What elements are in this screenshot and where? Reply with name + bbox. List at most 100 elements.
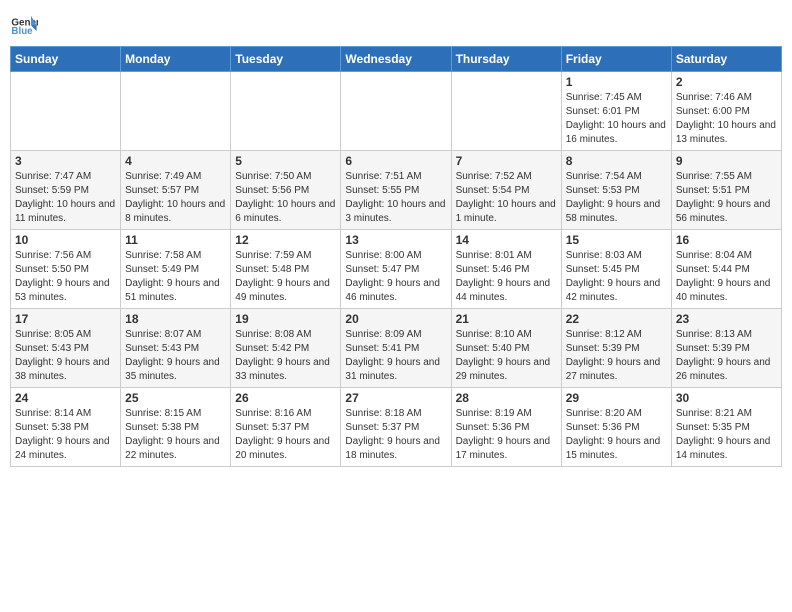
- day-info: Sunrise: 8:18 AM Sunset: 5:37 PM Dayligh…: [345, 407, 446, 463]
- calendar-cell: 13Sunrise: 8:00 AM Sunset: 5:47 PM Dayli…: [341, 230, 451, 309]
- calendar-cell: 28 Sunrise: 8:19 AM Sunset: 5:36 PM Dayli…: [451, 388, 561, 467]
- day-number: 23: [676, 312, 777, 326]
- day-info: Sunrise: 8:05 AM Sunset: 5:43 PM Dayligh…: [15, 328, 116, 384]
- calendar-cell: 12 Sunrise: 7:59 AM Sunset: 5:48 PM Dayli…: [231, 230, 341, 309]
- calendar-cell: 22 Sunrise: 8:12 AM Sunset: 5:39 PM Dayli…: [561, 309, 671, 388]
- weekday-header-monday: Monday: [121, 47, 231, 72]
- calendar-cell: 14 Sunrise: 8:01 AM Sunset: 5:46 PM Dayli…: [451, 230, 561, 309]
- day-number: 19: [235, 312, 336, 326]
- calendar-cell: 3 Sunrise: 7:47 AM Sunset: 5:59 PM Daylig…: [11, 151, 121, 230]
- day-number: 8: [566, 154, 667, 168]
- day-info: Sunrise: 8:00 AM Sunset: 5:47 PM Dayligh…: [345, 249, 446, 305]
- day-info: Sunrise: 8:07 AM Sunset: 5:43 PM Dayligh…: [125, 328, 226, 384]
- calendar-cell: 27 Sunrise: 8:18 AM Sunset: 5:37 PM Dayli…: [341, 388, 451, 467]
- day-number: 3: [15, 154, 116, 168]
- calendar-cell: 29Sunrise: 8:20 AM Sunset: 5:36 PM Dayli…: [561, 388, 671, 467]
- day-number: 6: [345, 154, 446, 168]
- calendar-cell: 26 Sunrise: 8:16 AM Sunset: 5:37 PM Dayli…: [231, 388, 341, 467]
- calendar-cell: 7 Sunrise: 7:52 AM Sunset: 5:54 PM Daylig…: [451, 151, 561, 230]
- weekday-header-thursday: Thursday: [451, 47, 561, 72]
- day-info: Sunrise: 8:03 AM Sunset: 5:45 PM Dayligh…: [566, 249, 667, 305]
- calendar-week-row: 10Sunrise: 7:56 AM Sunset: 5:50 PM Dayli…: [11, 230, 782, 309]
- calendar-week-row: 17 Sunrise: 8:05 AM Sunset: 5:43 PM Dayli…: [11, 309, 782, 388]
- calendar-cell: 5 Sunrise: 7:50 AM Sunset: 5:56 PM Daylig…: [231, 151, 341, 230]
- day-info: Sunrise: 8:14 AM Sunset: 5:38 PM Dayligh…: [15, 407, 116, 463]
- calendar-cell: [121, 72, 231, 151]
- logo: General Blue: [10, 10, 42, 38]
- day-number: 9: [676, 154, 777, 168]
- day-number: 22: [566, 312, 667, 326]
- calendar-cell: 21 Sunrise: 8:10 AM Sunset: 5:40 PM Dayli…: [451, 309, 561, 388]
- day-info: Sunrise: 8:01 AM Sunset: 5:46 PM Dayligh…: [456, 249, 557, 305]
- day-info: Sunrise: 8:16 AM Sunset: 5:37 PM Dayligh…: [235, 407, 336, 463]
- calendar-header-row: SundayMondayTuesdayWednesdayThursdayFrid…: [11, 47, 782, 72]
- day-info: Sunrise: 8:04 AM Sunset: 5:44 PM Dayligh…: [676, 249, 777, 305]
- calendar-cell: 15 Sunrise: 8:03 AM Sunset: 5:45 PM Dayli…: [561, 230, 671, 309]
- day-number: 4: [125, 154, 226, 168]
- calendar-week-row: 24Sunrise: 8:14 AM Sunset: 5:38 PM Dayli…: [11, 388, 782, 467]
- day-info: Sunrise: 8:09 AM Sunset: 5:41 PM Dayligh…: [345, 328, 446, 384]
- day-info: Sunrise: 8:15 AM Sunset: 5:38 PM Dayligh…: [125, 407, 226, 463]
- day-number: 15: [566, 233, 667, 247]
- day-number: 18: [125, 312, 226, 326]
- weekday-header-wednesday: Wednesday: [341, 47, 451, 72]
- day-info: Sunrise: 8:12 AM Sunset: 5:39 PM Dayligh…: [566, 328, 667, 384]
- calendar-cell: 20 Sunrise: 8:09 AM Sunset: 5:41 PM Dayli…: [341, 309, 451, 388]
- day-info: Sunrise: 7:45 AM Sunset: 6:01 PM Dayligh…: [566, 91, 667, 147]
- calendar-cell: 2 Sunrise: 7:46 AM Sunset: 6:00 PM Daylig…: [671, 72, 781, 151]
- day-number: 5: [235, 154, 336, 168]
- day-info: Sunrise: 7:55 AM Sunset: 5:51 PM Dayligh…: [676, 170, 777, 226]
- day-info: Sunrise: 7:50 AM Sunset: 5:56 PM Dayligh…: [235, 170, 336, 226]
- day-number: 28: [456, 391, 557, 405]
- day-number: 12: [235, 233, 336, 247]
- calendar-cell: 11 Sunrise: 7:58 AM Sunset: 5:49 PM Dayli…: [121, 230, 231, 309]
- calendar-cell: 6 Sunrise: 7:51 AM Sunset: 5:55 PM Daylig…: [341, 151, 451, 230]
- day-info: Sunrise: 8:10 AM Sunset: 5:40 PM Dayligh…: [456, 328, 557, 384]
- calendar-cell: 24Sunrise: 8:14 AM Sunset: 5:38 PM Dayli…: [11, 388, 121, 467]
- day-info: Sunrise: 7:47 AM Sunset: 5:59 PM Dayligh…: [15, 170, 116, 226]
- day-number: 14: [456, 233, 557, 247]
- calendar-cell: [341, 72, 451, 151]
- calendar-cell: [451, 72, 561, 151]
- day-number: 20: [345, 312, 446, 326]
- day-info: Sunrise: 8:13 AM Sunset: 5:39 PM Dayligh…: [676, 328, 777, 384]
- day-info: Sunrise: 7:56 AM Sunset: 5:50 PM Dayligh…: [15, 249, 116, 305]
- day-number: 26: [235, 391, 336, 405]
- calendar-cell: 10Sunrise: 7:56 AM Sunset: 5:50 PM Dayli…: [11, 230, 121, 309]
- day-info: Sunrise: 7:49 AM Sunset: 5:57 PM Dayligh…: [125, 170, 226, 226]
- day-info: Sunrise: 7:52 AM Sunset: 5:54 PM Dayligh…: [456, 170, 557, 226]
- day-number: 25: [125, 391, 226, 405]
- day-number: 2: [676, 75, 777, 89]
- calendar-cell: 23 Sunrise: 8:13 AM Sunset: 5:39 PM Dayli…: [671, 309, 781, 388]
- day-info: Sunrise: 8:21 AM Sunset: 5:35 PM Dayligh…: [676, 407, 777, 463]
- day-info: Sunrise: 8:08 AM Sunset: 5:42 PM Dayligh…: [235, 328, 336, 384]
- day-info: Sunrise: 7:59 AM Sunset: 5:48 PM Dayligh…: [235, 249, 336, 305]
- day-number: 16: [676, 233, 777, 247]
- weekday-header-sunday: Sunday: [11, 47, 121, 72]
- weekday-header-saturday: Saturday: [671, 47, 781, 72]
- day-info: Sunrise: 8:20 AM Sunset: 5:36 PM Dayligh…: [566, 407, 667, 463]
- day-info: Sunrise: 7:46 AM Sunset: 6:00 PM Dayligh…: [676, 91, 777, 147]
- day-info: Sunrise: 7:58 AM Sunset: 5:49 PM Dayligh…: [125, 249, 226, 305]
- day-info: Sunrise: 7:51 AM Sunset: 5:55 PM Dayligh…: [345, 170, 446, 226]
- day-number: 21: [456, 312, 557, 326]
- weekday-header-tuesday: Tuesday: [231, 47, 341, 72]
- calendar-cell: 4 Sunrise: 7:49 AM Sunset: 5:57 PM Daylig…: [121, 151, 231, 230]
- calendar-week-row: 3 Sunrise: 7:47 AM Sunset: 5:59 PM Daylig…: [11, 151, 782, 230]
- calendar-cell: 8 Sunrise: 7:54 AM Sunset: 5:53 PM Daylig…: [561, 151, 671, 230]
- day-number: 27: [345, 391, 446, 405]
- day-number: 17: [15, 312, 116, 326]
- day-number: 1: [566, 75, 667, 89]
- calendar-cell: 25 Sunrise: 8:15 AM Sunset: 5:38 PM Dayli…: [121, 388, 231, 467]
- day-number: 7: [456, 154, 557, 168]
- calendar-cell: 18 Sunrise: 8:07 AM Sunset: 5:43 PM Dayli…: [121, 309, 231, 388]
- calendar-cell: [11, 72, 121, 151]
- calendar-cell: 9 Sunrise: 7:55 AM Sunset: 5:51 PM Daylig…: [671, 151, 781, 230]
- calendar-table: SundayMondayTuesdayWednesdayThursdayFrid…: [10, 46, 782, 467]
- day-info: Sunrise: 8:19 AM Sunset: 5:36 PM Dayligh…: [456, 407, 557, 463]
- day-number: 11: [125, 233, 226, 247]
- day-info: Sunrise: 7:54 AM Sunset: 5:53 PM Dayligh…: [566, 170, 667, 226]
- calendar-cell: 17 Sunrise: 8:05 AM Sunset: 5:43 PM Dayli…: [11, 309, 121, 388]
- calendar-cell: 1 Sunrise: 7:45 AM Sunset: 6:01 PM Daylig…: [561, 72, 671, 151]
- calendar-cell: 19 Sunrise: 8:08 AM Sunset: 5:42 PM Dayli…: [231, 309, 341, 388]
